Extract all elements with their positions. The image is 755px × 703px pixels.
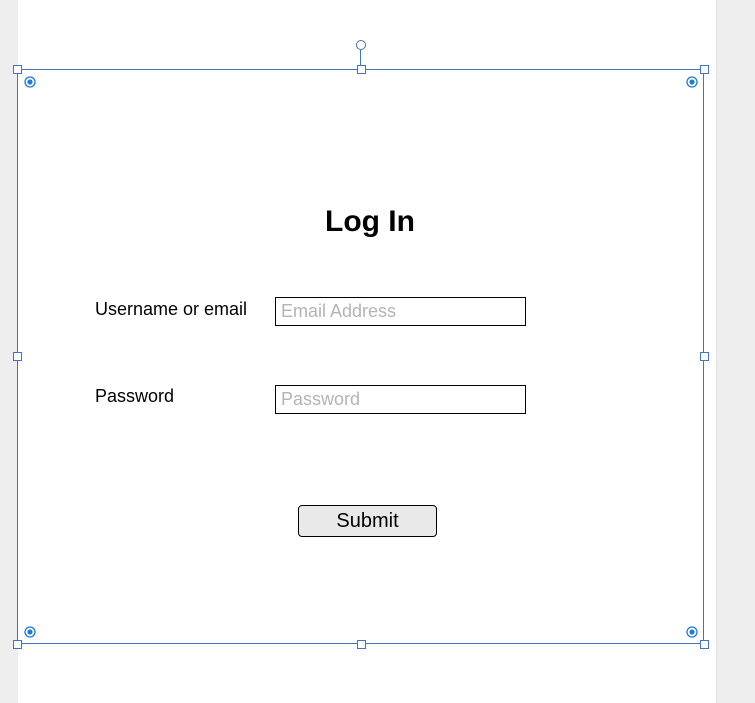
rotate-handle-icon[interactable] bbox=[356, 40, 366, 50]
resize-handle-right[interactable] bbox=[700, 352, 709, 361]
resize-handle-top[interactable] bbox=[357, 65, 366, 74]
login-title: Log In bbox=[325, 205, 415, 238]
resize-handle-top-right[interactable] bbox=[700, 65, 709, 74]
resize-handle-bottom[interactable] bbox=[357, 640, 366, 649]
rotate-handle-stem bbox=[360, 50, 361, 66]
username-label: Username or email bbox=[95, 299, 248, 319]
anchor-point-icon[interactable] bbox=[24, 76, 36, 88]
password-label: Password bbox=[95, 386, 175, 406]
email-field[interactable] bbox=[275, 297, 526, 326]
anchor-point-icon[interactable] bbox=[686, 76, 698, 88]
resize-handle-left[interactable] bbox=[13, 352, 22, 361]
submit-button[interactable]: Submit bbox=[298, 505, 437, 537]
anchor-point-icon[interactable] bbox=[686, 626, 698, 638]
anchor-point-icon[interactable] bbox=[24, 626, 36, 638]
selection-border bbox=[17, 69, 704, 644]
resize-handle-bottom-left[interactable] bbox=[13, 640, 22, 649]
password-field[interactable] bbox=[275, 385, 526, 414]
resize-handle-top-left[interactable] bbox=[13, 65, 22, 74]
resize-handle-bottom-right[interactable] bbox=[700, 640, 709, 649]
